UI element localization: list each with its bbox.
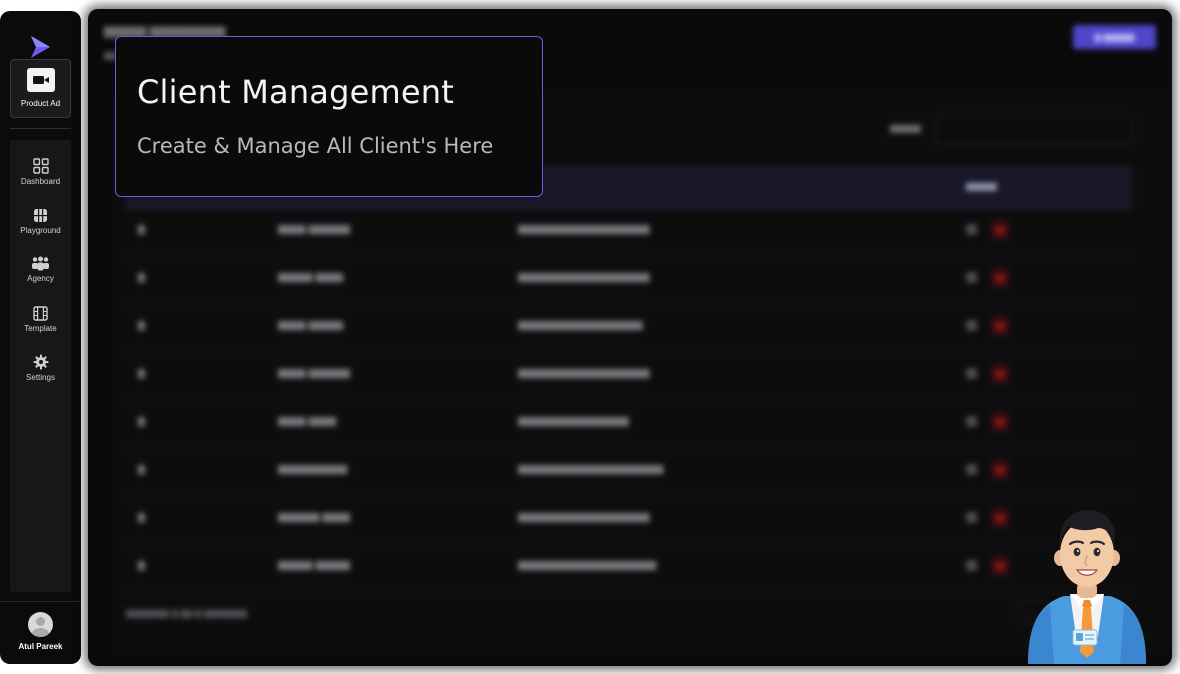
user-name: Atul Pareek — [18, 642, 63, 651]
user-profile[interactable]: Atul Pareek — [0, 601, 81, 664]
sidebar-item-label: Template — [24, 324, 57, 333]
delete-icon[interactable] — [991, 317, 1009, 335]
video-camera-icon — [27, 68, 55, 92]
sidebar-item-label: Agency — [27, 274, 54, 283]
edit-icon[interactable] — [966, 464, 977, 475]
product-ad-label: Product Ad — [20, 99, 61, 108]
delete-icon[interactable] — [991, 413, 1009, 431]
blurred-pagination-info: ▇▇▇▇▇▇▇ ▇ ▇▇ ▇ ▇▇▇▇▇▇▇ — [126, 609, 247, 618]
edit-icon[interactable] — [966, 368, 977, 379]
guide-mascot-illustration — [1028, 510, 1146, 664]
edit-icon[interactable] — [966, 320, 977, 331]
sidebar: Product Ad Dashboard Playground Agency T… — [0, 11, 81, 664]
table-row: ▇ ▇▇▇▇▇▇ ▇▇▇▇ ▇▇▇▇▇▇▇▇▇▇▇▇▇▇▇▇▇▇▇ — [126, 498, 1132, 546]
dashboard-grid-icon — [32, 158, 49, 174]
feature-callout: Client Management Create & Manage All Cl… — [115, 36, 543, 197]
sidebar-nav: Dashboard Playground Agency Template Set… — [10, 140, 71, 592]
delete-icon[interactable] — [991, 509, 1009, 527]
add-client-button[interactable]: ▇ ▇▇▇▇▇ — [1073, 25, 1156, 49]
sidebar-divider — [10, 128, 71, 129]
playground-icon — [34, 209, 47, 222]
table-row: ▇ ▇▇▇▇ ▇▇▇▇▇▇ ▇▇▇▇▇▇▇▇▇▇▇▇▇▇▇▇▇▇▇ — [126, 354, 1132, 402]
sidebar-item-label: Settings — [26, 373, 55, 382]
sidebar-item-settings[interactable]: Settings — [10, 354, 71, 394]
table-row: ▇ ▇▇▇▇▇▇▇▇▇▇ ▇▇▇▇▇▇▇▇▇▇▇▇▇▇▇▇▇▇▇▇▇ — [126, 450, 1132, 498]
callout-subtitle: Create & Manage All Client's Here — [137, 134, 494, 158]
edit-icon[interactable] — [966, 416, 977, 427]
delete-icon[interactable] — [991, 365, 1009, 383]
edit-icon[interactable] — [966, 224, 977, 235]
blurred-search-label: ▇▇▇▇▇ — [890, 124, 921, 133]
table-row: ▇ ▇▇▇▇ ▇▇▇▇▇▇ ▇▇▇▇▇▇▇▇▇▇▇▇▇▇▇▇▇▇▇ — [126, 210, 1132, 258]
sidebar-item-playground[interactable]: Playground — [10, 208, 71, 248]
sidebar-item-agency[interactable]: Agency — [10, 256, 71, 296]
table-row: ▇ ▇▇▇▇▇ ▇▇▇▇ ▇▇▇▇▇▇▇▇▇▇▇▇▇▇▇▇▇▇▇ — [126, 258, 1132, 306]
search-input[interactable] — [936, 116, 1132, 143]
sidebar-item-label: Playground — [20, 226, 61, 235]
delete-icon[interactable] — [991, 461, 1009, 479]
play-triangle-logo-icon[interactable] — [27, 34, 53, 60]
product-ad-card[interactable]: Product Ad — [10, 59, 71, 118]
film-icon — [33, 306, 48, 321]
delete-icon[interactable] — [991, 221, 1009, 239]
gear-icon — [33, 354, 48, 370]
edit-icon[interactable] — [966, 512, 977, 523]
edit-icon[interactable] — [966, 272, 977, 283]
sidebar-item-label: Dashboard — [20, 177, 61, 186]
edit-icon[interactable] — [966, 560, 977, 571]
table-row: ▇ ▇▇▇▇▇ ▇▇▇▇▇ ▇▇▇▇▇▇▇▇▇▇▇▇▇▇▇▇▇▇▇▇ — [126, 546, 1132, 594]
delete-icon[interactable] — [991, 269, 1009, 287]
table-row: ▇ ▇▇▇▇ ▇▇▇▇▇ ▇▇▇▇▇▇▇▇▇▇▇▇▇▇▇▇▇▇ — [126, 306, 1132, 354]
table-row: ▇ ▇▇▇▇ ▇▇▇▇ ▇▇▇▇▇▇▇▇▇▇▇▇▇▇▇▇ — [126, 402, 1132, 450]
team-icon — [32, 256, 49, 271]
sidebar-item-template[interactable]: Template — [10, 306, 71, 346]
sidebar-item-dashboard[interactable]: Dashboard — [10, 158, 71, 198]
delete-icon[interactable] — [991, 557, 1009, 575]
callout-title: Client Management — [137, 73, 455, 111]
blurred-action-header: ▇▇▇▇▇ — [966, 182, 997, 191]
avatar[interactable] — [28, 612, 53, 637]
